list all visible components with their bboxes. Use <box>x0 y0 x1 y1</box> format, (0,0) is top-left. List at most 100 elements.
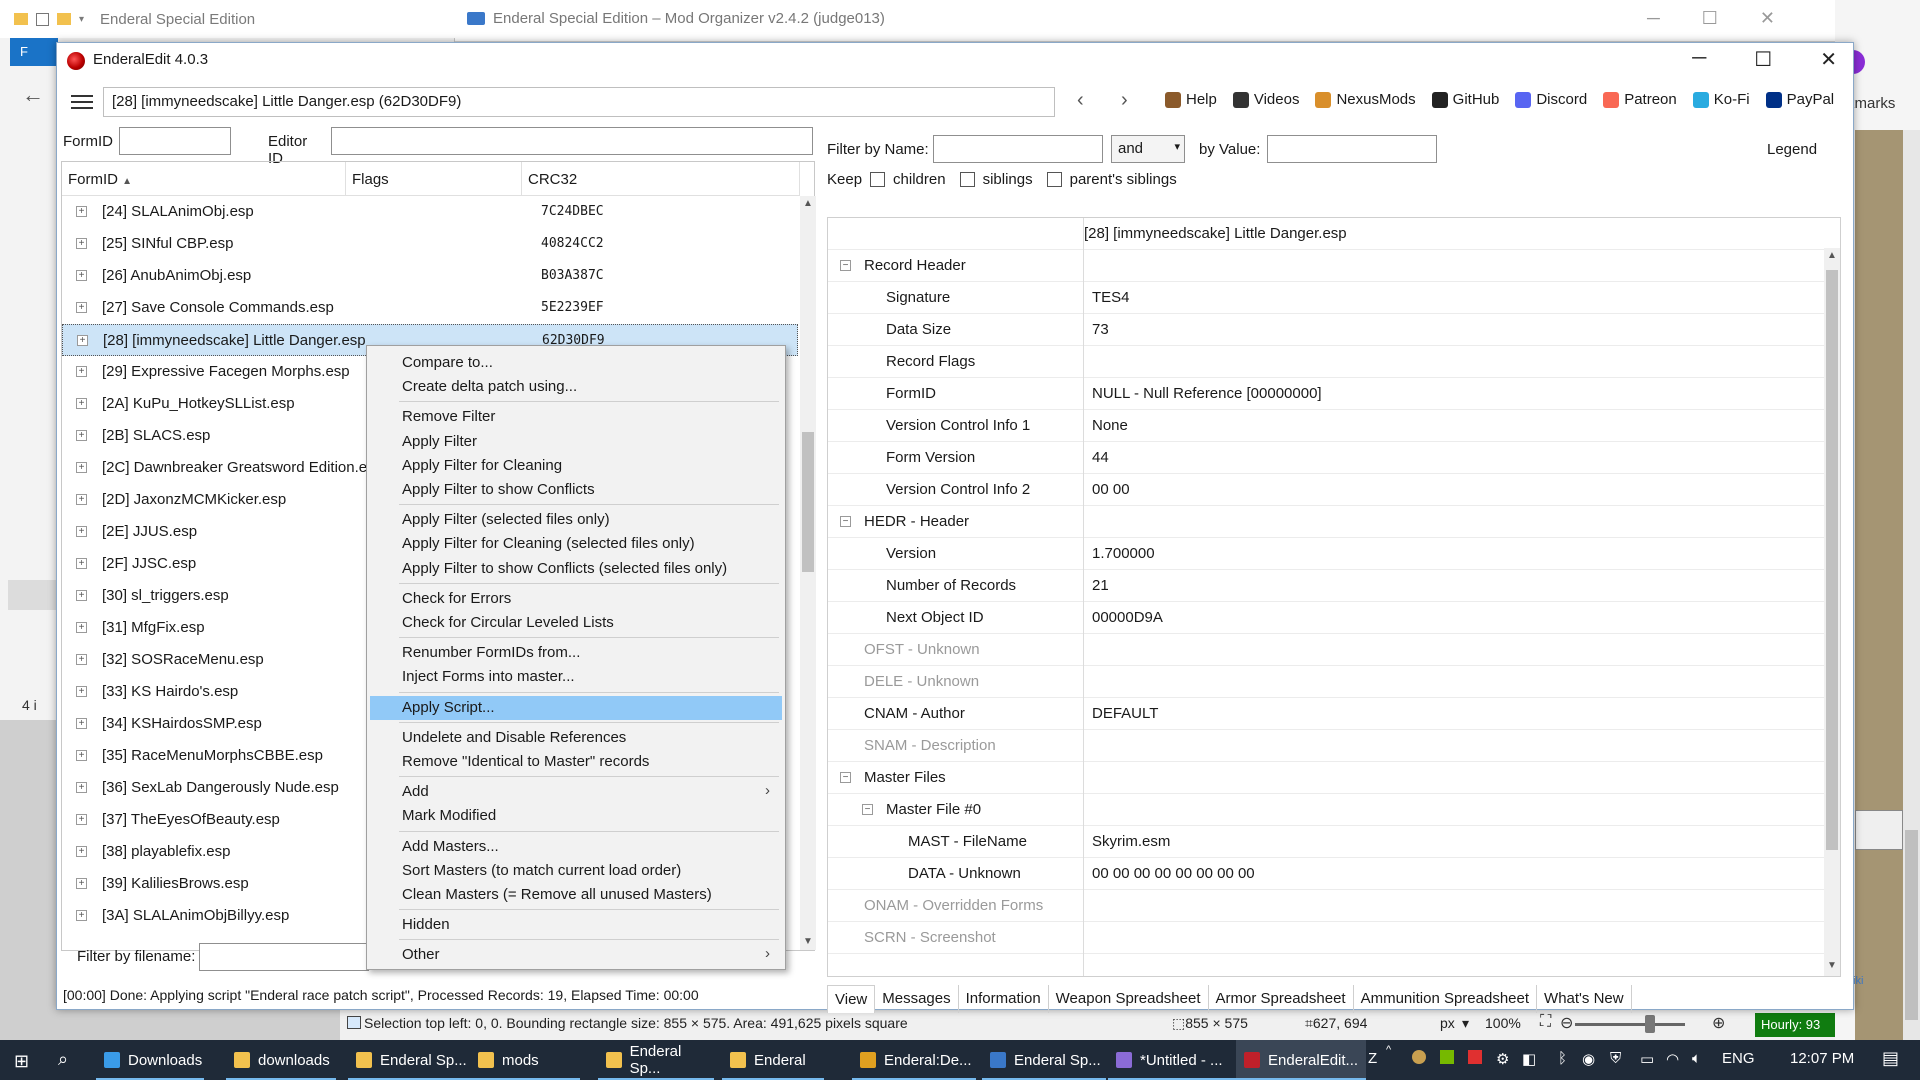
menu-item-inject-forms-into-master[interactable]: Inject Forms into master... <box>370 665 782 689</box>
back-arrow-icon[interactable]: ‹ <box>1077 89 1084 112</box>
collapse-icon[interactable]: − <box>840 260 851 271</box>
menu-item-renumber-formids-from[interactable]: Renumber FormIDs from... <box>370 641 782 665</box>
unit-selector[interactable]: px <box>1440 1015 1455 1031</box>
record-field-row[interactable]: Record Flags <box>828 346 1824 378</box>
record-field-row[interactable]: MAST - FileName Skyrim.esm <box>828 826 1824 858</box>
column-header-crc32[interactable]: CRC32 <box>522 162 800 196</box>
filter-value-input[interactable] <box>1267 135 1437 163</box>
expand-icon[interactable]: + <box>76 398 87 409</box>
menu-item-apply-script[interactable]: Apply Script... <box>370 695 782 720</box>
tray-app-icon[interactable]: ◧ <box>1522 1050 1536 1068</box>
zoom-slider-thumb[interactable] <box>1645 1015 1655 1033</box>
tray-steam-icon[interactable]: ⚙ <box>1496 1050 1509 1068</box>
column-header-flags[interactable]: Flags <box>346 162 522 196</box>
keep-children-checkbox[interactable] <box>870 172 886 187</box>
link-discord[interactable]: Discord <box>1515 91 1587 108</box>
tray-caret-icon[interactable]: ^ <box>1386 1044 1391 1056</box>
tab-weapon-spreadsheet[interactable]: Weapon Spreadsheet <box>1049 985 1209 1013</box>
file-row[interactable]: + [27] Save Console Commands.esp 5E2239EF <box>62 292 798 324</box>
file-list-scroll-thumb[interactable] <box>802 432 814 572</box>
filter-name-input[interactable] <box>933 135 1103 163</box>
tab-what-s-new[interactable]: What's New <box>1537 985 1632 1013</box>
language-indicator[interactable]: ENG <box>1722 1050 1755 1067</box>
record-field-row[interactable]: Version Control Info 1 None <box>828 410 1824 442</box>
record-tree-scrollbar[interactable]: ▲ ▼ <box>1824 248 1840 976</box>
scroll-down-icon[interactable]: ▼ <box>803 936 813 947</box>
close-icon[interactable]: ✕ <box>1820 47 1837 72</box>
menu-item-other[interactable]: Other › <box>370 943 782 967</box>
expand-icon[interactable]: + <box>76 366 87 377</box>
minimize-icon[interactable]: ─ <box>1647 8 1660 29</box>
menu-item-apply-filter-for-cleaning-selected-files-only[interactable]: Apply Filter for Cleaning (selected file… <box>370 532 782 556</box>
back-arrow-icon[interactable]: ← <box>22 82 44 108</box>
taskbar-item[interactable]: EnderalEdit... <box>1236 1040 1366 1080</box>
scroll-up-icon[interactable]: ▲ <box>803 198 813 209</box>
expand-icon[interactable]: + <box>76 206 87 217</box>
expand-icon[interactable]: + <box>76 750 87 761</box>
record-field-row[interactable]: DATA - Unknown 00 00 00 00 00 00 00 00 <box>828 858 1824 890</box>
file-row[interactable]: + [24] SLALAnimObj.esp 7C24DBEC <box>62 196 798 228</box>
forward-arrow-icon[interactable]: › <box>1121 89 1128 112</box>
record-field-row[interactable]: Version Control Info 2 00 00 <box>828 474 1824 506</box>
taskbar-item[interactable]: Enderal Sp... <box>598 1040 714 1080</box>
file-list-scrollbar[interactable]: ▲ ▼ <box>800 196 816 950</box>
zoom-out-icon[interactable]: ⊖ <box>1560 1013 1573 1033</box>
maximize-icon[interactable]: ☐ <box>1702 8 1718 29</box>
tab-ammunition-spreadsheet[interactable]: Ammunition Spreadsheet <box>1354 985 1538 1013</box>
record-field-row[interactable]: CNAM - Author DEFAULT <box>828 698 1824 730</box>
tab-armor-spreadsheet[interactable]: Armor Spreadsheet <box>1209 985 1354 1013</box>
record-field-row[interactable]: − Master File #0 <box>828 794 1824 826</box>
menu-item-apply-filter-to-show-conflicts-selected-files-only[interactable]: Apply Filter to show Conflicts (selected… <box>370 557 782 581</box>
menu-item-mark-modified[interactable]: Mark Modified <box>370 804 782 828</box>
taskbar-item[interactable]: Enderal:De... <box>852 1040 976 1080</box>
file-row[interactable]: + [26] AnubAnimObj.esp B03A387C <box>62 260 798 292</box>
taskbar-item[interactable]: downloads <box>226 1040 336 1080</box>
unit-dropdown-icon[interactable]: ▾ <box>1462 1015 1469 1032</box>
menu-item-apply-filter-selected-files-only[interactable]: Apply Filter (selected files only) <box>370 508 782 532</box>
record-field-row[interactable]: Version 1.700000 <box>828 538 1824 570</box>
expand-icon[interactable]: + <box>76 430 87 441</box>
record-field-row[interactable]: Data Size 73 <box>828 314 1824 346</box>
record-field-row[interactable]: FormID NULL - Null Reference [00000000] <box>828 378 1824 410</box>
expand-icon[interactable]: + <box>76 718 87 729</box>
tray-app-icon[interactable] <box>1412 1050 1426 1068</box>
expand-icon[interactable]: + <box>76 270 87 281</box>
expand-icon[interactable]: + <box>76 910 87 921</box>
formid-input[interactable] <box>119 127 231 155</box>
notification-icon[interactable]: ▤ <box>1882 1048 1899 1069</box>
browser-scroll-thumb[interactable] <box>1905 830 1918 1020</box>
link-github[interactable]: GitHub <box>1431 91 1499 108</box>
taskbar-item[interactable]: mods <box>470 1040 580 1080</box>
record-field-row[interactable]: − Record Header <box>828 250 1824 282</box>
keep-parents-siblings-checkbox[interactable] <box>1046 172 1062 187</box>
hamburger-menu-icon[interactable] <box>71 95 93 109</box>
taskbar-item[interactable]: Enderal <box>722 1040 824 1080</box>
record-field-row[interactable]: Number of Records 21 <box>828 570 1824 602</box>
link-nexusmods[interactable]: NexusMods <box>1315 91 1416 108</box>
ribbon-file-tab[interactable]: F <box>10 38 58 66</box>
wiki-link[interactable]: iki <box>1853 975 1863 987</box>
record-field-row[interactable]: DELE - Unknown <box>828 666 1824 698</box>
search-icon[interactable]: ⌕ <box>58 1049 68 1070</box>
volume-icon[interactable]: 🔈︎ <box>1692 1050 1701 1067</box>
scroll-down-icon[interactable]: ▼ <box>1827 960 1837 971</box>
menu-item-add[interactable]: Add › <box>370 780 782 804</box>
collapse-icon[interactable]: − <box>862 804 873 815</box>
taskbar-item[interactable]: Enderal Sp... <box>348 1040 471 1080</box>
tab-messages[interactable]: Messages <box>875 985 959 1013</box>
expand-icon[interactable]: + <box>76 846 87 857</box>
record-field-row[interactable]: − HEDR - Header <box>828 506 1824 538</box>
record-field-row[interactable]: ONAM - Overridden Forms <box>828 890 1824 922</box>
menu-item-remove-filter[interactable]: Remove Filter <box>370 405 782 429</box>
menu-item-create-delta-patch-using[interactable]: Create delta patch using... <box>370 375 782 399</box>
file-row[interactable]: + [25] SINful CBP.esp 40824CC2 <box>62 228 798 260</box>
filename-filter-input[interactable] <box>199 943 369 971</box>
zoom-in-icon[interactable]: ⊕ <box>1712 1013 1725 1033</box>
close-icon[interactable]: ✕ <box>1760 8 1775 29</box>
tray-nvidia-icon[interactable] <box>1440 1050 1454 1068</box>
expand-icon[interactable]: + <box>76 814 87 825</box>
menu-item-apply-filter-for-cleaning[interactable]: Apply Filter for Cleaning <box>370 454 782 478</box>
expand-icon[interactable]: + <box>76 686 87 697</box>
tab-information[interactable]: Information <box>959 985 1049 1013</box>
menu-item-undelete-and-disable-references[interactable]: Undelete and Disable References <box>370 726 782 750</box>
